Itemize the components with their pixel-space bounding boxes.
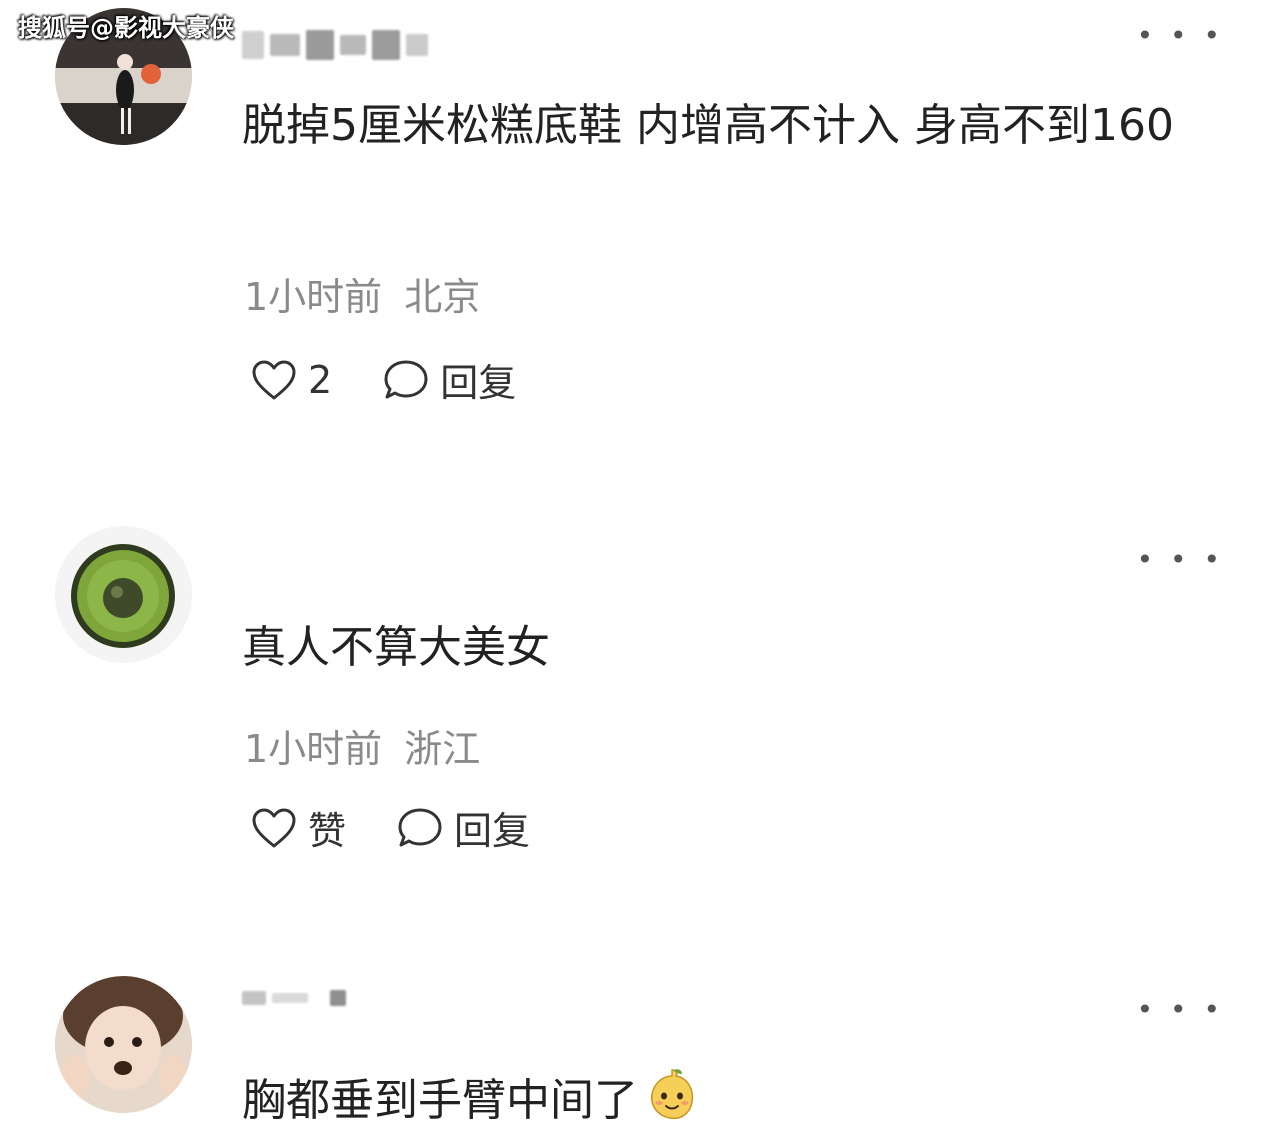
comment-location: 北京	[404, 275, 481, 319]
like-button[interactable]: 赞	[250, 800, 346, 855]
heart-outline-icon	[252, 808, 296, 847]
comment-item: • • • 脱掉5厘米松糕底鞋 内增高不计入 身高不到160 1小时前 北京 2…	[0, 0, 1280, 470]
comment-actions: 2 回复	[250, 352, 566, 407]
reply-button[interactable]: 回复	[396, 800, 530, 855]
more-dots-icon[interactable]: • • •	[1137, 996, 1224, 1024]
comment-text: 胸都垂到手臂中间了	[242, 1066, 1232, 1140]
comment-text: 真人不算大美女	[242, 622, 550, 673]
comment-actions: 赞 回复	[250, 800, 580, 855]
watermark: 搜狐号@影视大豪侠	[18, 14, 234, 42]
mango-face-emoji	[644, 1066, 700, 1140]
speech-bubble-icon	[384, 360, 428, 398]
more-dots-icon[interactable]: • • •	[1137, 546, 1224, 574]
comment-meta: 1小时前 浙江	[244, 718, 480, 773]
avatar[interactable]	[55, 976, 192, 1113]
comment-text-body: 胸都垂到手臂中间了	[242, 1075, 638, 1126]
username-blurred[interactable]	[242, 990, 346, 1006]
reply-label: 回复	[454, 809, 531, 853]
more-dots-icon[interactable]: • • •	[1137, 22, 1224, 50]
heart-outline-icon	[252, 360, 296, 399]
comment-time: 1小时前	[244, 275, 383, 319]
comment-text: 脱掉5厘米松糕底鞋 内增高不计入 身高不到160	[242, 100, 1174, 151]
comment-item: • • • 真人不算大美女 1小时前 浙江 赞 回复	[0, 520, 1280, 900]
comment-location: 浙江	[404, 727, 481, 771]
username-blurred[interactable]	[242, 30, 428, 60]
comment-time: 1小时前	[244, 727, 383, 771]
like-count: 2	[308, 357, 333, 402]
comment-meta: 1小时前 北京	[244, 266, 480, 321]
speech-bubble-icon	[398, 808, 442, 846]
reply-label: 回复	[440, 361, 517, 405]
comment-item: • • • 胸都垂到手臂中间了	[0, 970, 1280, 1142]
like-button[interactable]: 2	[250, 358, 332, 402]
avatar[interactable]	[55, 526, 192, 663]
like-label: 赞	[308, 809, 347, 853]
reply-button[interactable]: 回复	[382, 352, 516, 407]
